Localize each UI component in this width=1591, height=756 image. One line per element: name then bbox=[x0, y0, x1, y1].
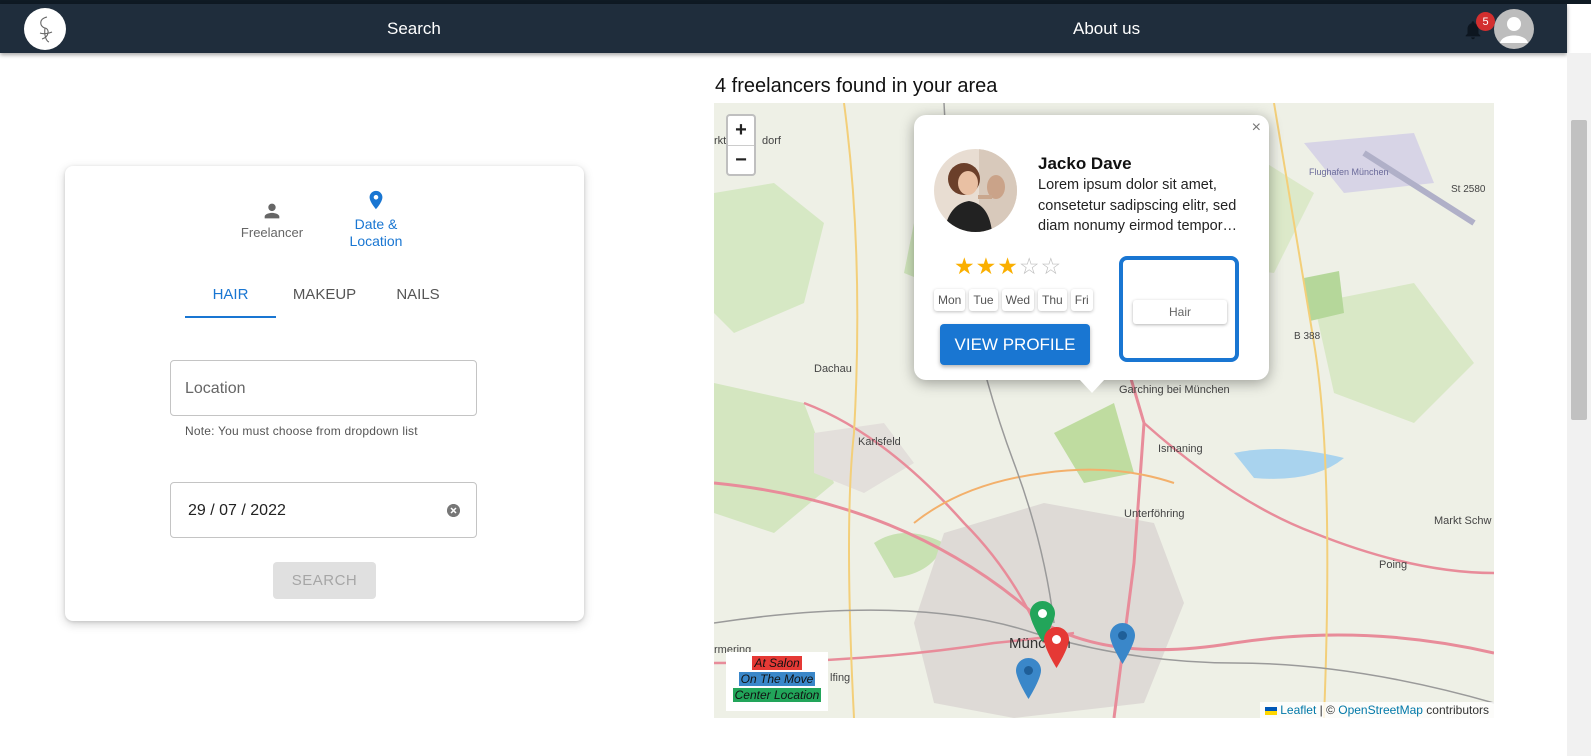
attribution-separator: | © bbox=[1316, 703, 1339, 717]
star-filled-icon: ★ bbox=[975, 253, 998, 279]
popup-tip bbox=[1079, 379, 1105, 393]
marker-at-salon[interactable] bbox=[1044, 627, 1069, 668]
tab-active-indicator bbox=[185, 316, 276, 318]
map[interactable]: rkt dorf Dachau Karlsfeld Ismaning Unter… bbox=[714, 103, 1494, 718]
day-chip-wed: Wed bbox=[1001, 289, 1035, 311]
rating-stars: ★★★☆☆ bbox=[954, 253, 1062, 280]
map-label-st-2580: St 2580 bbox=[1451, 184, 1486, 195]
star-empty-icon: ☆ bbox=[1040, 253, 1063, 279]
day-chip-mon: Mon bbox=[934, 289, 966, 311]
category-box: Hair bbox=[1119, 256, 1239, 362]
freelancer-photo-image bbox=[934, 149, 1017, 232]
legend-center-location: Center Location bbox=[732, 688, 822, 702]
category-chip-hair: Hair bbox=[1133, 300, 1227, 324]
star-filled-icon: ★ bbox=[954, 253, 976, 279]
star-filled-icon: ★ bbox=[997, 253, 1019, 279]
popup-close-button[interactable]: × bbox=[1252, 119, 1261, 137]
tab-nails[interactable]: NAILS bbox=[373, 286, 463, 303]
logo-mark-icon bbox=[39, 16, 53, 43]
map-label-karlsfeld: Karlsfeld bbox=[858, 436, 901, 448]
map-label-markt-schw: Markt Schw bbox=[1434, 515, 1492, 527]
freelancer-name: Jacko Dave bbox=[1038, 154, 1132, 173]
map-attribution: Leaflet | © OpenStreetMap contributors bbox=[1259, 702, 1494, 718]
location-input[interactable]: Location bbox=[170, 360, 477, 416]
star-empty-icon: ☆ bbox=[1018, 253, 1041, 279]
marker-on-the-move[interactable] bbox=[1110, 623, 1135, 664]
ukraine-flag-icon bbox=[1264, 706, 1277, 715]
availability-days: Mon Tue Wed Thu Fri bbox=[934, 289, 1093, 311]
map-label-unterfoehring: Unterföhring bbox=[1124, 508, 1185, 520]
person-icon bbox=[264, 203, 280, 219]
day-chip-thu: Thu bbox=[1038, 289, 1067, 311]
zoom-out-button[interactable]: − bbox=[728, 146, 754, 175]
map-label-dorf: dorf bbox=[762, 135, 782, 147]
map-label-dachau: Dachau bbox=[814, 363, 852, 375]
marker-on-the-move[interactable] bbox=[1016, 658, 1041, 699]
search-card: Freelancer Date & Location HAIR MAKEUP N… bbox=[65, 166, 584, 621]
date-input[interactable]: 29 / 07 / 2022 bbox=[170, 482, 477, 538]
leaflet-link[interactable]: Leaflet bbox=[1280, 703, 1316, 717]
tab-makeup[interactable]: MAKEUP bbox=[276, 286, 373, 303]
day-chip-fri: Fri bbox=[1070, 289, 1093, 311]
map-label-b-388: B 388 bbox=[1294, 331, 1321, 342]
nav-about-link[interactable]: About us bbox=[1073, 19, 1140, 39]
clear-date-icon[interactable] bbox=[447, 504, 460, 517]
search-button[interactable]: SEARCH bbox=[273, 562, 376, 599]
scrollbar-thumb[interactable] bbox=[1571, 120, 1587, 420]
step-date-location[interactable]: Date & Location bbox=[331, 188, 421, 250]
map-label-lfing: lfing bbox=[830, 672, 850, 684]
map-label-airport: Flughafen München bbox=[1309, 167, 1389, 177]
results-title: 4 freelancers found in your area bbox=[715, 75, 998, 97]
attribution-contributors: contributors bbox=[1422, 703, 1489, 717]
freelancer-description: Lorem ipsum dolor sit amet, consetetur s… bbox=[1038, 177, 1238, 234]
step-freelancer[interactable]: Freelancer bbox=[235, 200, 309, 240]
osm-link[interactable]: OpenStreetMap bbox=[1338, 703, 1423, 717]
map-label-poing: Poing bbox=[1379, 559, 1407, 571]
legend-at-salon: At Salon bbox=[752, 656, 802, 670]
step-freelancer-label: Freelancer bbox=[240, 225, 304, 240]
nav-search-link[interactable]: Search bbox=[387, 19, 441, 39]
logo[interactable] bbox=[24, 8, 66, 50]
legend-on-the-move: On The Move bbox=[738, 672, 816, 686]
freelancer-popup: × Jacko Dave Lorem ipsum dolor sit amet,… bbox=[914, 115, 1269, 380]
tab-hair[interactable]: HAIR bbox=[185, 286, 276, 303]
user-avatar-icon bbox=[1500, 17, 1528, 43]
day-chip-tue: Tue bbox=[969, 289, 998, 311]
map-label-ismaning: Ismaning bbox=[1158, 443, 1203, 455]
map-legend: At Salon On The Move Center Location bbox=[726, 652, 828, 711]
step-date-location-label: Date & Location bbox=[349, 216, 403, 249]
view-profile-button[interactable]: VIEW PROFILE bbox=[940, 324, 1090, 365]
navbar: Search About us 5 bbox=[0, 4, 1567, 53]
notification-badge: 5 bbox=[1476, 12, 1495, 31]
freelancer-photo bbox=[934, 149, 1017, 232]
map-label-garching: Garching bei München bbox=[1119, 384, 1230, 396]
location-pin-icon bbox=[369, 190, 383, 210]
user-avatar[interactable] bbox=[1494, 9, 1534, 49]
zoom-control: + − bbox=[726, 114, 756, 176]
location-note: Note: You must choose from dropdown list bbox=[185, 424, 418, 438]
map-label-rkt: rkt bbox=[714, 135, 726, 147]
date-value: 29 / 07 / 2022 bbox=[188, 502, 286, 519]
zoom-in-button[interactable]: + bbox=[728, 116, 754, 146]
location-placeholder: Location bbox=[185, 380, 246, 397]
